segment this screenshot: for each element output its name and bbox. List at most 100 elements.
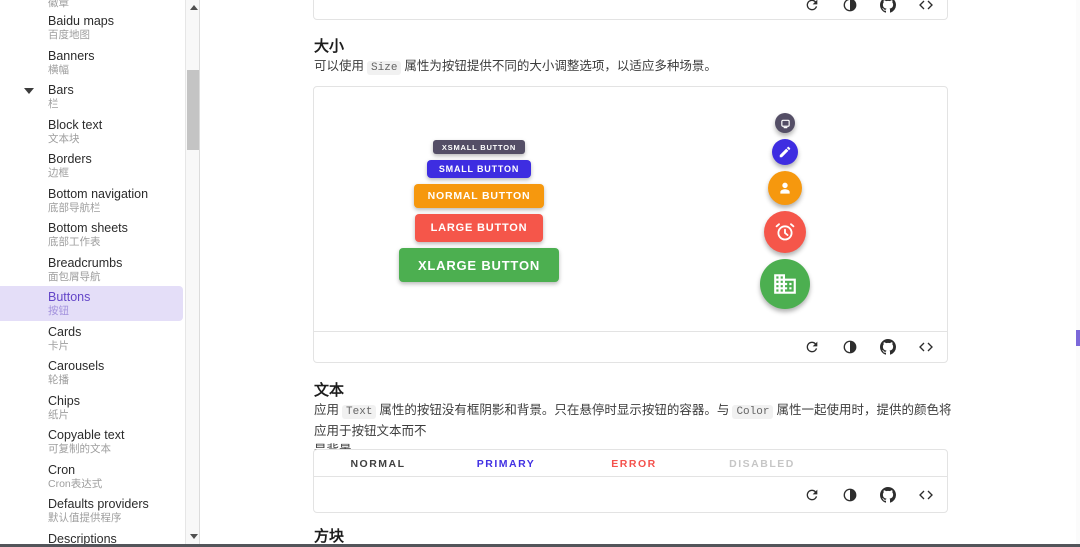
size-demo-button[interactable]: LARGE BUTTON <box>415 214 544 242</box>
sidebar-item-subtitle: 栏 <box>48 98 185 110</box>
sidebar-item-subtitle: 底部导航栏 <box>48 202 185 214</box>
sidebar-item-title: Breadcrumbs <box>48 256 185 271</box>
sidebar-scrollbar-thumb[interactable] <box>187 70 199 150</box>
sidebar-item-title: Bottom sheets <box>48 221 185 236</box>
sidebar-item[interactable]: Carousels 轮播 <box>0 355 185 390</box>
section-title-block: 方块 <box>314 525 344 546</box>
inline-code: Text <box>342 405 376 419</box>
sidebar-scrollbar[interactable] <box>185 0 200 544</box>
inline-code: Size <box>367 61 401 75</box>
sidebar-item[interactable]: Cron Cron表达式 <box>0 459 185 494</box>
main-content: 大小 可以使用Size属性为按钮提供不同的大小调整选项，以适应多种场景。 XSM… <box>202 0 1080 544</box>
sidebar-item-title: Copyable text <box>48 428 185 443</box>
size-demo-button[interactable]: NORMAL BUTTON <box>414 184 545 208</box>
sidebar-item-title: Carousels <box>48 359 185 374</box>
sidebar-item-title: Descriptions <box>48 532 185 545</box>
sidebar-item[interactable]: Defaults providers 默认值提供程序 <box>0 493 185 528</box>
sidebar-item-subtitle: 文本块 <box>48 133 185 145</box>
sidebar-item-title: Block text <box>48 118 185 133</box>
sidebar-item[interactable]: Cards 卡片 <box>0 321 185 356</box>
sidebar-item-subtitle: 卡片 <box>48 340 185 352</box>
github-icon[interactable] <box>879 0 896 14</box>
sidebar-item[interactable]: Bars 栏 <box>0 79 185 114</box>
sidebar-list: Baidu maps 百度地图 Banners 横幅 Bars 栏 <box>0 10 185 544</box>
sidebar-partial-item-label: 徽章 <box>48 0 69 10</box>
sidebar-item-subtitle: 纸片 <box>48 409 185 421</box>
sidebar-item-title: Bars <box>48 83 185 98</box>
demo-toolbar <box>314 331 947 362</box>
demo-toolbar <box>314 0 947 19</box>
sidebar-item-subtitle: 边框 <box>48 167 185 179</box>
refresh-icon[interactable] <box>803 486 820 503</box>
sidebar-item-subtitle: Cron表达式 <box>48 478 185 490</box>
size-demo-button[interactable]: XSMALL BUTTON <box>433 140 525 154</box>
code-icon[interactable] <box>917 0 934 14</box>
sidebar-item-title: Cards <box>48 325 185 340</box>
sidebar-item-title: Chips <box>48 394 185 409</box>
page-scrollbar-thumb[interactable] <box>1076 330 1080 346</box>
chevron-down-icon[interactable] <box>24 88 34 94</box>
sidebar-item[interactable]: Banners 横幅 <box>0 45 185 80</box>
sidebar-item[interactable]: Bottom sheets 底部工作表 <box>0 217 185 252</box>
code-icon[interactable] <box>917 339 934 356</box>
pencil-icon[interactable] <box>772 139 798 165</box>
sidebar-item[interactable]: Descriptions <box>0 528 185 545</box>
text-buttons-row: NORMAL PRIMARY ERROR DISABLED <box>314 450 826 478</box>
scroll-up-icon[interactable] <box>190 5 198 10</box>
icon-buttons-column <box>735 113 835 309</box>
sidebar-item[interactable]: Block text 文本块 <box>0 114 185 149</box>
sidebar-item-title: Borders <box>48 152 185 167</box>
sidebar-item-title: Cron <box>48 463 185 478</box>
sidebar-item[interactable]: Baidu maps 百度地图 <box>0 10 185 45</box>
sidebar-item-subtitle: 横幅 <box>48 64 185 76</box>
text-demo-card: NORMAL PRIMARY ERROR DISABLED <box>313 449 948 513</box>
refresh-icon[interactable] <box>803 0 820 14</box>
sidebar-item[interactable]: Bottom navigation 底部导航栏 <box>0 183 185 218</box>
sidebar-item-subtitle: 可复制的文本 <box>48 443 185 455</box>
sidebar-item-subtitle: 默认值提供程序 <box>48 512 185 524</box>
github-icon[interactable] <box>879 339 896 356</box>
demo-toolbar <box>314 476 947 512</box>
invert-colors-icon[interactable] <box>841 0 858 14</box>
account-icon[interactable] <box>768 171 802 205</box>
sidebar-item-subtitle: 底部工作表 <box>48 236 185 248</box>
page-scrollbar[interactable] <box>1076 0 1080 544</box>
size-demo-button[interactable]: XLARGE BUTTON <box>399 248 559 282</box>
sidebar-item[interactable]: Copyable text 可复制的文本 <box>0 424 185 459</box>
section-title-size: 大小 <box>314 35 344 56</box>
sidebar-item-subtitle: 面包屑导航 <box>48 271 185 283</box>
refresh-icon[interactable] <box>803 339 820 356</box>
sidebar-item-title: Baidu maps <box>48 14 185 29</box>
sidebar-item-title: Buttons <box>48 290 183 305</box>
size-description: 可以使用Size属性为按钮提供不同的大小调整选项，以适应多种场景。 <box>314 57 717 78</box>
size-buttons-column: XSMALL BUTTON SMALL BUTTON NORMAL BUTTON… <box>314 140 644 282</box>
invert-colors-icon[interactable] <box>841 486 858 503</box>
demo-card-partial <box>313 0 948 20</box>
monitor-icon[interactable] <box>775 113 795 133</box>
size-demo-card: XSMALL BUTTON SMALL BUTTON NORMAL BUTTON… <box>313 86 948 363</box>
sidebar-item[interactable]: Buttons 按钮 <box>0 286 183 321</box>
sidebar-item[interactable]: Breadcrumbs 面包屑导航 <box>0 252 185 287</box>
text-demo-button[interactable]: DISABLED <box>698 450 826 478</box>
code-icon[interactable] <box>917 486 934 503</box>
sidebar-item-subtitle: 百度地图 <box>48 29 185 41</box>
text-demo-button[interactable]: NORMAL <box>314 450 442 478</box>
sidebar-item[interactable]: Borders 边框 <box>0 148 185 183</box>
domain-icon[interactable] <box>760 259 810 309</box>
inline-code: Color <box>732 405 773 419</box>
sidebar-item-subtitle: 轮播 <box>48 374 185 386</box>
invert-colors-icon[interactable] <box>841 339 858 356</box>
section-title-text: 文本 <box>314 379 344 400</box>
text-demo-button[interactable]: PRIMARY <box>442 450 570 478</box>
sidebar-item-subtitle: 按钮 <box>48 305 183 317</box>
scroll-down-icon[interactable] <box>190 534 198 539</box>
sidebar-item-title: Bottom navigation <box>48 187 185 202</box>
app-window: 徽章 Baidu maps 百度地图 Banners 横幅 Bars <box>0 0 1080 547</box>
sidebar-item[interactable]: Chips 纸片 <box>0 390 185 425</box>
size-demo-button[interactable]: SMALL BUTTON <box>427 160 531 178</box>
github-icon[interactable] <box>879 486 896 503</box>
sidebar-item-title: Defaults providers <box>48 497 185 512</box>
alarm-icon[interactable] <box>764 211 806 253</box>
sidebar-item-title: Banners <box>48 49 185 64</box>
text-demo-button[interactable]: ERROR <box>570 450 698 478</box>
